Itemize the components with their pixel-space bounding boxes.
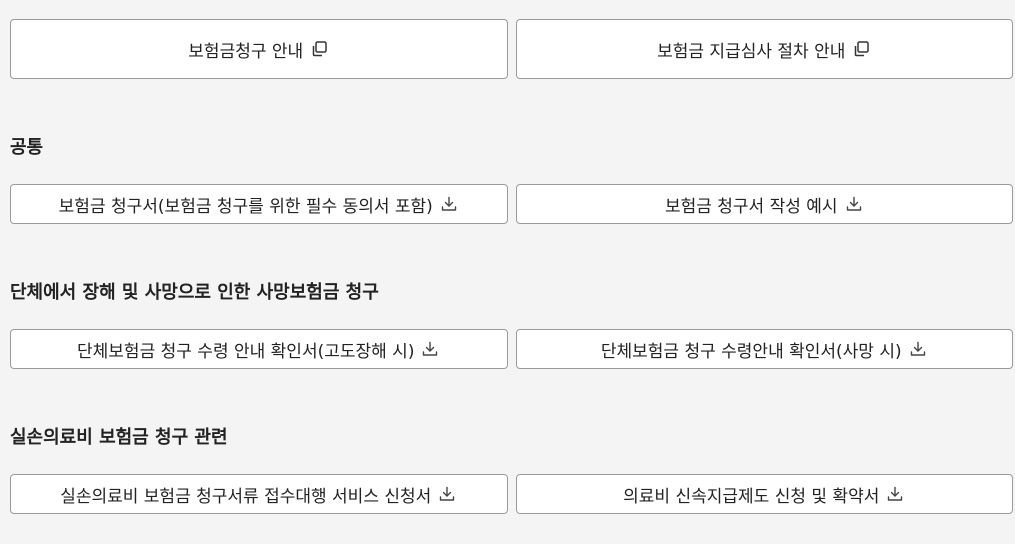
download-icon	[908, 339, 928, 359]
group-death-confirmation-download-button[interactable]: 단체보험금 청구 수령안내 확인서(사망 시)	[515, 329, 1013, 369]
download-icon	[844, 194, 864, 214]
claim-form-example-label: 보험금 청구서 작성 예시	[664, 196, 838, 217]
download-icon	[439, 194, 459, 214]
download-icon	[885, 484, 905, 504]
guide-button-row: 보험금청구 안내 보험금 지급심사 절차 안내	[10, 19, 1013, 79]
group-disability-confirmation-label: 단체보험금 청구 수령 안내 확인서(고도장해 시)	[77, 341, 415, 362]
copy-icon	[851, 39, 871, 59]
medical-claim-agency-application-label: 실손의료비 보험금 청구서류 접수대행 서비스 신청서	[60, 486, 432, 507]
fast-payment-application-download-button[interactable]: 의료비 신속지급제도 신청 및 확약서	[515, 474, 1013, 514]
download-icon	[420, 339, 440, 359]
review-process-guide-label: 보험금 지급심사 절차 안내	[657, 41, 846, 62]
claim-guide-button[interactable]: 보험금청구 안내	[10, 19, 508, 79]
group-disability-confirmation-download-button[interactable]: 단체보험금 청구 수령 안내 확인서(고도장해 시)	[10, 329, 508, 369]
claim-guide-label: 보험금청구 안내	[188, 41, 304, 62]
section-medical-expense-row: 실손의료비 보험금 청구서류 접수대행 서비스 신청서 의료비 신속지급제도 신…	[10, 474, 1013, 514]
fast-payment-application-label: 의료비 신속지급제도 신청 및 확약서	[623, 486, 880, 507]
medical-claim-agency-application-download-button[interactable]: 실손의료비 보험금 청구서류 접수대행 서비스 신청서	[10, 474, 508, 514]
section-common-row: 보험금 청구서(보험금 청구를 위한 필수 동의서 포함) 보험금 청구서 작성…	[10, 184, 1013, 224]
section-title-common: 공통	[10, 137, 44, 158]
group-death-confirmation-label: 단체보험금 청구 수령안내 확인서(사망 시)	[600, 341, 902, 362]
copy-icon	[309, 39, 329, 59]
section-group-insurance-row: 단체보험금 청구 수령 안내 확인서(고도장해 시) 단체보험금 청구 수령안내…	[10, 329, 1013, 369]
claim-documents-page: 보험금청구 안내 보험금 지급심사 절차 안내 공통 보험금 청구서(보험금 청…	[0, 0, 1015, 544]
claim-form-download-button[interactable]: 보험금 청구서(보험금 청구를 위한 필수 동의서 포함)	[10, 184, 508, 224]
claim-form-example-download-button[interactable]: 보험금 청구서 작성 예시	[515, 184, 1013, 224]
download-icon	[437, 484, 457, 504]
section-title-medical-expense: 실손의료비 보험금 청구 관련	[10, 427, 228, 448]
section-title-group-insurance: 단체에서 장해 및 사망으로 인한 사망보험금 청구	[10, 282, 379, 303]
claim-form-label: 보험금 청구서(보험금 청구를 위한 필수 동의서 포함)	[58, 196, 433, 217]
review-process-guide-button[interactable]: 보험금 지급심사 절차 안내	[515, 19, 1013, 79]
